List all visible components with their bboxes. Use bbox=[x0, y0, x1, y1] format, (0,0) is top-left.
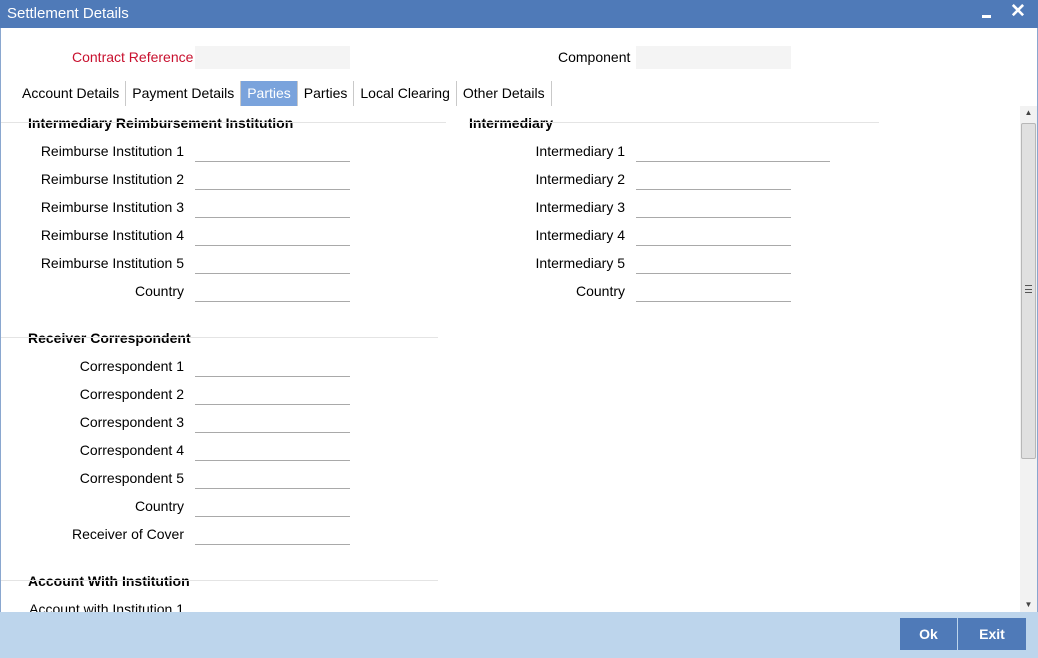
correspondent-2-label: Correspondent 2 bbox=[79, 386, 184, 402]
exit-button[interactable]: Exit bbox=[958, 618, 1026, 650]
reimburse-country-input[interactable] bbox=[195, 278, 350, 302]
intermediary-country-label: Country bbox=[575, 283, 625, 299]
contract-reference-input[interactable] bbox=[195, 46, 350, 69]
window-title-bar: Settlement Details ✕ bbox=[0, 0, 1038, 28]
section-title-receiver-correspondent: Receiver Correspondent bbox=[28, 330, 191, 346]
correspondent-1-input[interactable] bbox=[195, 353, 350, 377]
tab-parties[interactable]: Parties bbox=[298, 81, 355, 106]
tab-parties-active[interactable]: Parties bbox=[241, 81, 298, 106]
correspondent-3-input[interactable] bbox=[195, 409, 350, 433]
section-title-intermediary: Intermediary bbox=[469, 115, 554, 131]
parties-content-panel: Intermediary Reimbursement Institution R… bbox=[1, 106, 1020, 612]
component-input[interactable] bbox=[636, 46, 791, 69]
contract-reference-label-text: Contract Reference bbox=[72, 49, 194, 65]
component-label: Component bbox=[558, 49, 631, 65]
correspondent-1-label: Correspondent 1 bbox=[79, 358, 184, 374]
intermediary-2-input[interactable] bbox=[636, 166, 791, 190]
intermediary-4-label: Intermediary 4 bbox=[535, 227, 625, 243]
tab-payment-details[interactable]: Payment Details bbox=[126, 81, 242, 106]
reimburse-country-label: Country bbox=[134, 283, 184, 299]
section-divider bbox=[469, 122, 879, 123]
reimburse-institution-1-input[interactable] bbox=[195, 138, 350, 162]
intermediary-5-label: Intermediary 5 bbox=[535, 255, 625, 271]
receiver-of-cover-input[interactable] bbox=[195, 521, 350, 545]
close-icon[interactable]: ✕ bbox=[1008, 1, 1028, 23]
reimburse-institution-2-input[interactable] bbox=[195, 166, 350, 190]
reimburse-institution-3-label: Reimburse Institution 3 bbox=[40, 199, 184, 215]
correspondent-country-label: Country bbox=[134, 498, 184, 514]
intermediary-1-label: Intermediary 1 bbox=[535, 143, 625, 159]
section-divider bbox=[1, 122, 446, 123]
receiver-of-cover-label: Receiver of Cover bbox=[71, 526, 184, 542]
correspondent-country-input[interactable] bbox=[195, 493, 350, 517]
intermediary-country-input[interactable] bbox=[636, 278, 791, 302]
correspondent-2-input[interactable] bbox=[195, 381, 350, 405]
ok-button[interactable]: Ok bbox=[900, 618, 957, 650]
minimize-icon[interactable] bbox=[978, 3, 996, 23]
tab-local-clearing[interactable]: Local Clearing bbox=[354, 81, 457, 106]
contract-reference-label: Contract Reference* bbox=[72, 46, 203, 67]
section-title-intermediary-reimbursement: Intermediary Reimbursement Institution bbox=[28, 115, 294, 131]
section-divider bbox=[1, 580, 438, 581]
tab-other-details[interactable]: Other Details bbox=[457, 81, 552, 106]
reimburse-institution-5-label: Reimburse Institution 5 bbox=[40, 255, 184, 271]
reimburse-institution-2-label: Reimburse Institution 2 bbox=[40, 171, 184, 187]
tab-account-details[interactable]: Account Details bbox=[16, 81, 127, 106]
intermediary-5-input[interactable] bbox=[636, 250, 791, 274]
account-with-institution-1-input[interactable] bbox=[195, 596, 350, 612]
intermediary-3-label: Intermediary 3 bbox=[535, 199, 625, 215]
account-with-institution-1-label: Account with Institution 1 bbox=[29, 601, 184, 612]
intermediary-3-input[interactable] bbox=[636, 194, 791, 218]
reimburse-institution-4-input[interactable] bbox=[195, 222, 350, 246]
footer-bar bbox=[0, 612, 1038, 658]
intermediary-1-input[interactable] bbox=[636, 138, 830, 162]
correspondent-5-input[interactable] bbox=[195, 465, 350, 489]
intermediary-4-input[interactable] bbox=[636, 222, 791, 246]
scroll-down-arrow-icon[interactable]: ▼ bbox=[1020, 598, 1037, 612]
section-divider bbox=[1, 337, 438, 338]
reimburse-institution-5-input[interactable] bbox=[195, 250, 350, 274]
correspondent-4-label: Correspondent 4 bbox=[79, 442, 184, 458]
vertical-scrollbar[interactable]: ▲ ▼ bbox=[1020, 106, 1037, 612]
scroll-up-arrow-icon[interactable]: ▲ bbox=[1020, 106, 1037, 120]
scrollbar-grip-icon bbox=[1025, 285, 1032, 293]
tab-bar: Account Details Payment Details Parties … bbox=[16, 81, 552, 106]
intermediary-2-label: Intermediary 2 bbox=[535, 171, 625, 187]
reimburse-institution-3-input[interactable] bbox=[195, 194, 350, 218]
section-title-account-with-institution: Account With Institution bbox=[28, 573, 190, 589]
correspondent-3-label: Correspondent 3 bbox=[79, 414, 184, 430]
reimburse-institution-1-label: Reimburse Institution 1 bbox=[40, 143, 184, 159]
correspondent-5-label: Correspondent 5 bbox=[79, 470, 184, 486]
window-title: Settlement Details bbox=[7, 5, 129, 22]
scrollbar-thumb[interactable] bbox=[1021, 123, 1036, 459]
reimburse-institution-4-label: Reimburse Institution 4 bbox=[40, 227, 184, 243]
correspondent-4-input[interactable] bbox=[195, 437, 350, 461]
